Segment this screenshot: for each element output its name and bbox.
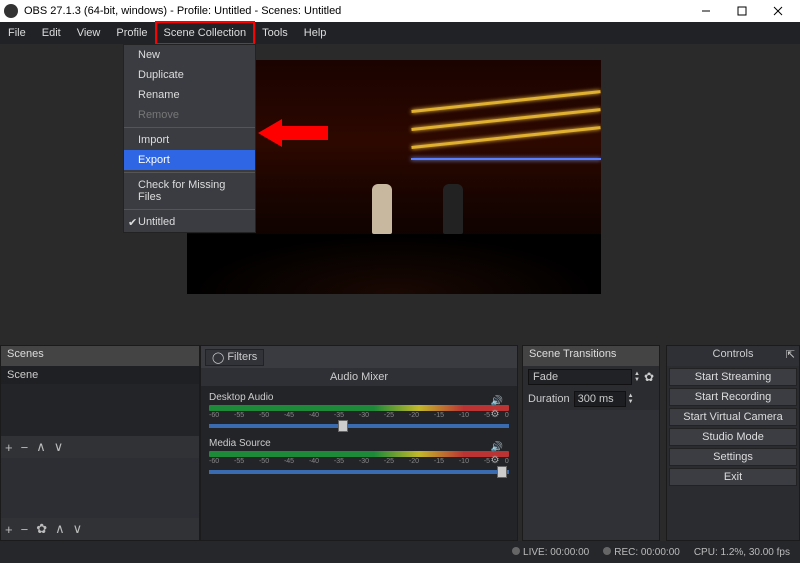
audio-meter [209, 405, 509, 411]
volume-slider[interactable] [209, 424, 509, 428]
window-title: OBS 27.1.3 (64-bit, windows) - Profile: … [24, 5, 341, 17]
title-bar: OBS 27.1.3 (64-bit, windows) - Profile: … [0, 0, 800, 22]
mixer-channel-label: Media Source [209, 438, 509, 449]
status-live: LIVE: 00:00:00 [512, 547, 589, 558]
scenes-title: Scenes [1, 346, 199, 366]
bottom-panels: Scenes Scene + − ∧ ∨ + − ✿ ∧ ∨ ◯ Filters… [0, 345, 800, 541]
status-cpu: CPU: 1.2%, 30.00 fps [694, 547, 790, 558]
live-indicator-icon [512, 547, 520, 555]
chevron-down-icon[interactable]: ▼ [628, 399, 634, 405]
start-virtual-camera-button[interactable]: Start Virtual Camera [669, 408, 797, 426]
menu-file[interactable]: File [0, 22, 34, 44]
add-scene-icon[interactable]: + [5, 440, 13, 455]
chevron-down-icon[interactable]: ▼ [634, 377, 640, 383]
filters-button[interactable]: ◯ Filters [205, 349, 264, 366]
dropdown-separator [124, 209, 255, 210]
scenes-toolbar: + − ∧ ∨ [1, 436, 199, 458]
preview-area [0, 44, 800, 345]
menu-help[interactable]: Help [296, 22, 335, 44]
dropdown-untitled[interactable]: ✔Untitled [124, 212, 255, 232]
move-down-icon[interactable]: ∨ [54, 439, 64, 455]
audio-meter [209, 451, 509, 457]
maximize-button[interactable] [724, 0, 760, 22]
menu-edit[interactable]: Edit [34, 22, 69, 44]
slider-thumb[interactable] [497, 466, 507, 478]
filters-icon: ◯ [212, 351, 224, 364]
exit-button[interactable]: Exit [669, 468, 797, 486]
audio-mixer-title: Audio Mixer [201, 368, 517, 386]
filters-label: Filters [227, 351, 257, 363]
app-icon [4, 4, 18, 18]
dropdown-import[interactable]: Import [124, 130, 255, 150]
dropdown-remove: Remove [124, 105, 255, 125]
source-move-down-icon[interactable]: ∨ [73, 521, 83, 537]
rec-indicator-icon [603, 547, 611, 555]
scene-transitions-panel: Scene Transitions Fade ▲▼ ✿ Duration ▲▼ [522, 345, 660, 541]
close-button[interactable] [760, 0, 796, 22]
settings-button[interactable]: Settings [669, 448, 797, 466]
studio-mode-button[interactable]: Studio Mode [669, 428, 797, 446]
start-streaming-button[interactable]: Start Streaming [669, 368, 797, 386]
dropdown-separator [124, 172, 255, 173]
scene-item[interactable]: Scene [1, 366, 199, 384]
status-rec: REC: 00:00:00 [603, 547, 680, 558]
remove-scene-icon[interactable]: − [21, 440, 29, 455]
transition-select[interactable]: Fade [528, 369, 632, 385]
scenes-panel: Scenes Scene + − ∧ ∨ + − ✿ ∧ ∨ [0, 345, 200, 541]
dropdown-export[interactable]: Export [124, 150, 255, 170]
dropdown-separator [124, 127, 255, 128]
duration-label: Duration [528, 393, 570, 405]
gear-icon[interactable]: ⚙ [491, 455, 503, 466]
transitions-title: Scene Transitions [523, 346, 659, 366]
controls-title: Controls ⇱ [667, 346, 799, 366]
dropdown-untitled-label: Untitled [138, 216, 175, 228]
move-up-icon[interactable]: ∧ [36, 439, 46, 455]
dropdown-check-missing[interactable]: Check for Missing Files [124, 175, 255, 207]
meter-ticks: -60-55-50-45-40-35-30-25-20-15-10-50 [209, 458, 509, 466]
speaker-icon[interactable]: 🔊 [491, 442, 503, 453]
meter-ticks: -60-55-50-45-40-35-30-25-20-15-10-50 [209, 412, 509, 420]
mixer-channel-label: Desktop Audio [209, 392, 509, 403]
menu-scene-collection[interactable]: Scene Collection [156, 22, 255, 44]
gear-icon[interactable]: ⚙ [491, 409, 503, 420]
slider-thumb[interactable] [338, 420, 348, 432]
duration-input[interactable] [574, 391, 626, 407]
expand-icon[interactable]: ⇱ [786, 348, 795, 361]
source-move-up-icon[interactable]: ∧ [55, 521, 65, 537]
menu-view[interactable]: View [69, 22, 109, 44]
menu-profile[interactable]: Profile [108, 22, 155, 44]
gear-icon[interactable]: ✿ [644, 370, 654, 384]
source-properties-icon[interactable]: ✿ [36, 521, 47, 537]
menu-bar: File Edit View Profile Scene Collection … [0, 22, 800, 44]
start-recording-button[interactable]: Start Recording [669, 388, 797, 406]
remove-source-icon[interactable]: − [21, 522, 29, 537]
volume-slider[interactable] [209, 470, 509, 474]
dropdown-rename[interactable]: Rename [124, 85, 255, 105]
add-source-icon[interactable]: + [5, 522, 13, 537]
speaker-icon[interactable]: 🔊 [491, 396, 503, 407]
audio-mixer-panel: ◯ Filters Audio Mixer Desktop Audio -60-… [200, 345, 518, 541]
dropdown-new[interactable]: New [124, 45, 255, 65]
dropdown-duplicate[interactable]: Duplicate [124, 65, 255, 85]
controls-panel: Controls ⇱ Start Streaming Start Recordi… [666, 345, 800, 541]
sources-toolbar: + − ✿ ∧ ∨ [1, 518, 199, 540]
status-bar: LIVE: 00:00:00 REC: 00:00:00 CPU: 1.2%, … [0, 541, 800, 563]
annotation-arrow-icon [258, 115, 328, 151]
minimize-button[interactable] [688, 0, 724, 22]
sources-list[interactable] [1, 458, 199, 518]
menu-tools[interactable]: Tools [254, 22, 296, 44]
scene-collection-dropdown: New Duplicate Rename Remove Import Expor… [123, 44, 256, 233]
